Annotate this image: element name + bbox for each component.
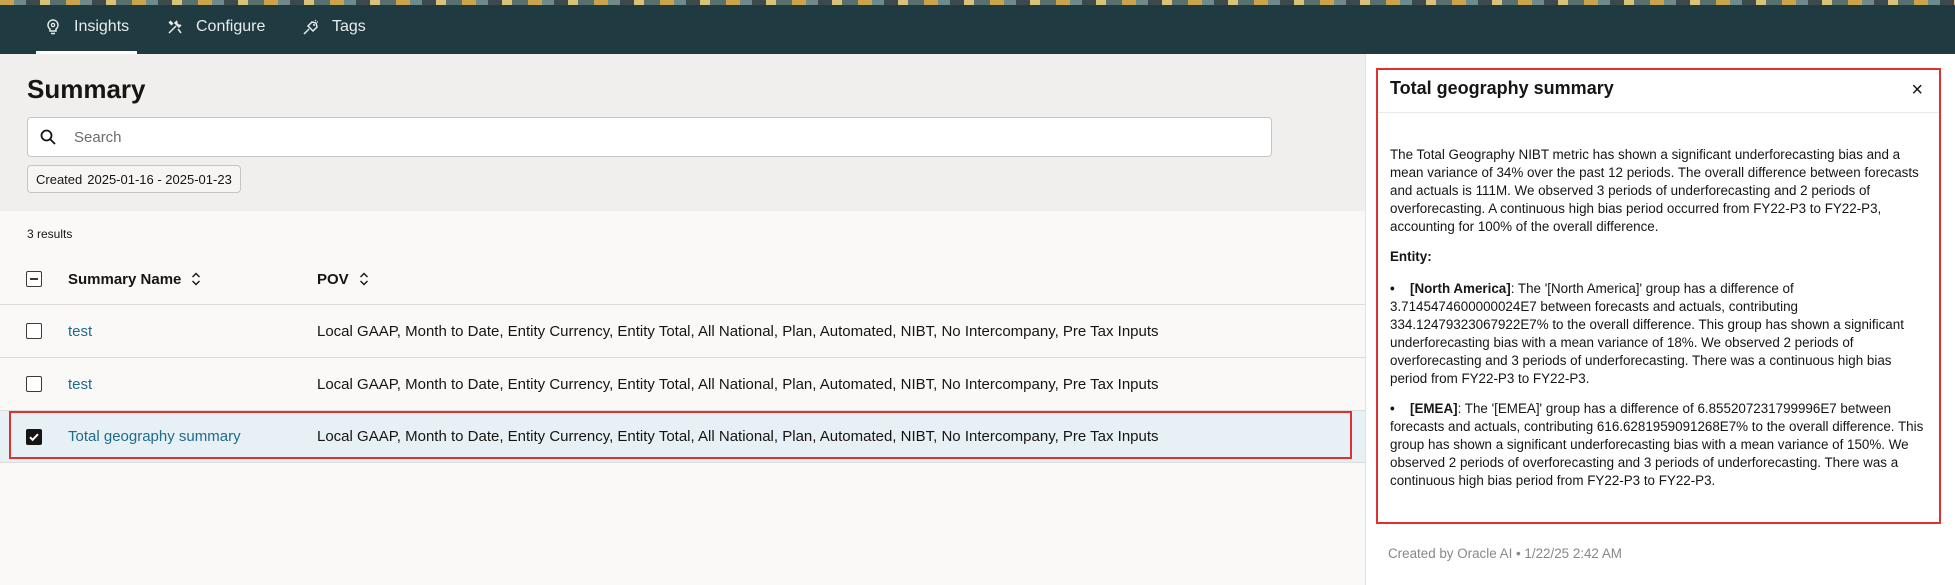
results-count: 3 results xyxy=(27,227,73,241)
table-row[interactable]: test Local GAAP, Month to Date, Entity C… xyxy=(0,304,1365,357)
column-header-summary-name[interactable]: Summary Name xyxy=(68,271,201,288)
selected-row-highlight xyxy=(9,411,1352,459)
table-row[interactable]: test Local GAAP, Month to Date, Entity C… xyxy=(0,357,1365,410)
list-item: • [North America]: The '[North America]' … xyxy=(1390,281,1904,386)
created-filter-chip[interactable]: Created 2025-01-16 - 2025-01-23 xyxy=(27,165,241,193)
entity-text: : The '[North America]' group has a diff… xyxy=(1390,281,1904,386)
tab-insights[interactable]: Insights xyxy=(35,0,138,54)
entity-text: : The '[EMEA]' group has a difference of… xyxy=(1390,401,1924,488)
column-header-pov[interactable]: POV xyxy=(317,271,369,288)
decorative-banner xyxy=(0,0,1955,5)
search-box[interactable] xyxy=(27,117,1272,157)
close-icon[interactable]: × xyxy=(1911,80,1923,100)
entity-label: [EMEA] xyxy=(1410,401,1458,416)
tools-icon xyxy=(166,18,184,36)
entity-list: • [North America]: The '[North America]' … xyxy=(1390,280,1930,490)
column-label: Summary Name xyxy=(68,270,182,288)
pov-cell: Local GAAP, Month to Date, Entity Curren… xyxy=(317,375,1159,393)
summary-detail-panel: Total geography summary × The Total Geog… xyxy=(1365,54,1955,585)
tab-configure[interactable]: Configure xyxy=(166,0,265,54)
select-all-checkbox[interactable] xyxy=(26,271,42,287)
summary-name-link[interactable]: test xyxy=(68,323,92,340)
tab-tags-label: Tags xyxy=(332,18,366,35)
tab-insights-label: Insights xyxy=(74,18,130,35)
lightbulb-icon xyxy=(44,18,62,36)
row-checkbox[interactable] xyxy=(26,323,42,339)
entity-heading: Entity: xyxy=(1390,249,1432,264)
page-title: Summary xyxy=(27,74,146,104)
column-label: POV xyxy=(317,270,349,288)
divider xyxy=(1378,112,1939,113)
filter-chip-value: 2025-01-16 - 2025-01-23 xyxy=(87,171,232,187)
entity-label: [North America] xyxy=(1410,281,1511,296)
summary-header: Summary Created 2025-01-16 - 2025-01-23 xyxy=(0,54,1365,211)
tab-configure-label: Configure xyxy=(196,18,266,35)
tab-tags[interactable]: Tags xyxy=(302,0,366,54)
summary-list-area: Summary Created 2025-01-16 - 2025-01-23 … xyxy=(0,54,1365,585)
list-item: • [EMEA]: The '[EMEA]' group has a differ… xyxy=(1390,401,1924,488)
sort-icon[interactable] xyxy=(191,272,201,286)
row-checkbox[interactable] xyxy=(26,376,42,392)
panel-body: The Total Geography NIBT metric has show… xyxy=(1390,146,1930,502)
tag-icon xyxy=(302,18,320,36)
table-header: Summary Name POV xyxy=(0,254,1365,304)
search-input[interactable] xyxy=(74,128,1224,146)
summary-name-link[interactable]: test xyxy=(68,376,92,393)
top-navigation-bar: Insights Configure Tags xyxy=(0,0,1955,54)
panel-footer: Created by Oracle AI • 1/22/25 2:42 AM xyxy=(1388,546,1622,561)
summary-intro: The Total Geography NIBT metric has show… xyxy=(1390,147,1919,234)
pov-cell: Local GAAP, Month to Date, Entity Curren… xyxy=(317,322,1159,340)
search-icon xyxy=(40,129,56,145)
filter-chip-label: Created xyxy=(36,171,83,187)
sort-icon[interactable] xyxy=(359,272,369,286)
panel-title: Total geography summary xyxy=(1390,78,1614,98)
detail-panel-highlight: Total geography summary × The Total Geog… xyxy=(1376,68,1941,524)
